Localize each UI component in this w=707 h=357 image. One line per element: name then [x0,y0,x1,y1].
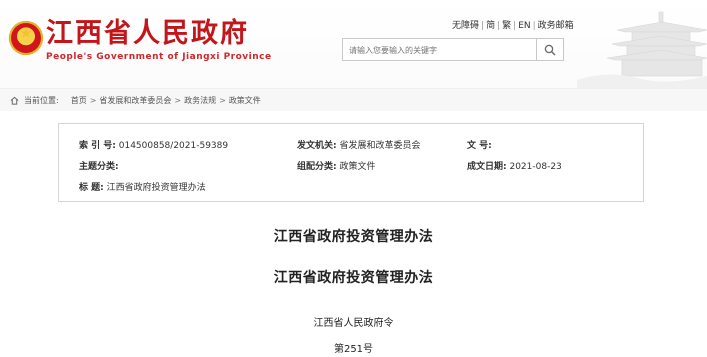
category-row: 组配分类: 政策文件 [297,159,376,172]
title-row: 标 题: 江西省政府投资管理办法 [79,180,206,193]
traditional-chinese-link[interactable]: 繁 [502,21,511,31]
issuer-label: 发文机关: [297,141,337,151]
top-links: 无障碍 | 简 | 繁 | EN | 政务邮箱 [452,18,574,31]
date-value: 2021-08-23 [509,162,562,172]
search-box [342,38,564,61]
site-subtitle: People's Government of Jiangxi Province [46,52,272,62]
home-icon [10,96,19,105]
category-label: 组配分类: [297,162,337,172]
category-value: 政策文件 [339,162,376,172]
issuer-row: 发文机关: 省发展和改革委员会 [297,138,421,151]
document-title: 江西省政府投资管理办法 [273,229,434,245]
divider: | [532,21,536,31]
document-subtitle: 江西省政府投资管理办法 [273,270,434,286]
breadcrumb-department[interactable]: 省发展和改革委员会 [99,95,171,106]
order-number: 第251号 [333,344,374,355]
site-header: 江西省人民政府 People's Government of Jiangxi P… [0,0,707,88]
search-icon [544,44,556,55]
issuer-value: 省发展和改革委员会 [339,141,421,151]
document-metadata: 索 引 号: 014500858/2021-59389 发文机关: 省发展和改革… [58,123,644,202]
index-number-label: 索 引 号: [79,141,116,151]
breadcrumb-regulations[interactable]: 政务法规 [184,95,216,106]
chevron-right-icon: > [89,96,97,105]
date-label: 成文日期: [467,162,507,172]
title-value: 江西省政府投资管理办法 [106,183,206,193]
accessibility-link[interactable]: 无障碍 [452,21,479,31]
breadcrumb-policy-docs[interactable]: 政策文件 [229,95,261,106]
simplified-chinese-link[interactable]: 简 [486,21,495,31]
topic-row: 主题分类: [79,159,119,172]
title-label: 标 题: [79,183,104,193]
breadcrumb: 当前位置: 首页 > 省发展和改革委员会 > 政务法规 > 政策文件 [0,88,707,111]
divider: | [481,21,485,31]
date-row: 成文日期: 2021-08-23 [467,159,562,172]
site-title[interactable]: 江西省人民政府 [46,18,249,50]
doc-number-label: 文 号: [467,141,492,151]
pavilion-illustration [577,11,707,88]
english-link[interactable]: EN [518,21,530,31]
topic-label: 主题分类: [79,162,119,172]
chevron-right-icon: > [174,96,182,105]
government-order: 江西省人民政府令 [313,318,394,329]
gov-mail-link[interactable]: 政务邮箱 [538,21,574,31]
index-number-row: 索 引 号: 014500858/2021-59389 [79,138,228,151]
doc-number-row: 文 号: [467,138,492,151]
search-input[interactable] [345,41,531,59]
search-button[interactable] [536,39,563,60]
breadcrumb-label: 当前位置: [24,96,59,105]
national-emblem-icon [9,21,43,55]
index-number-value: 014500858/2021-59389 [118,141,229,151]
chevron-right-icon: > [219,96,226,105]
breadcrumb-home[interactable]: 首页 [71,95,87,106]
